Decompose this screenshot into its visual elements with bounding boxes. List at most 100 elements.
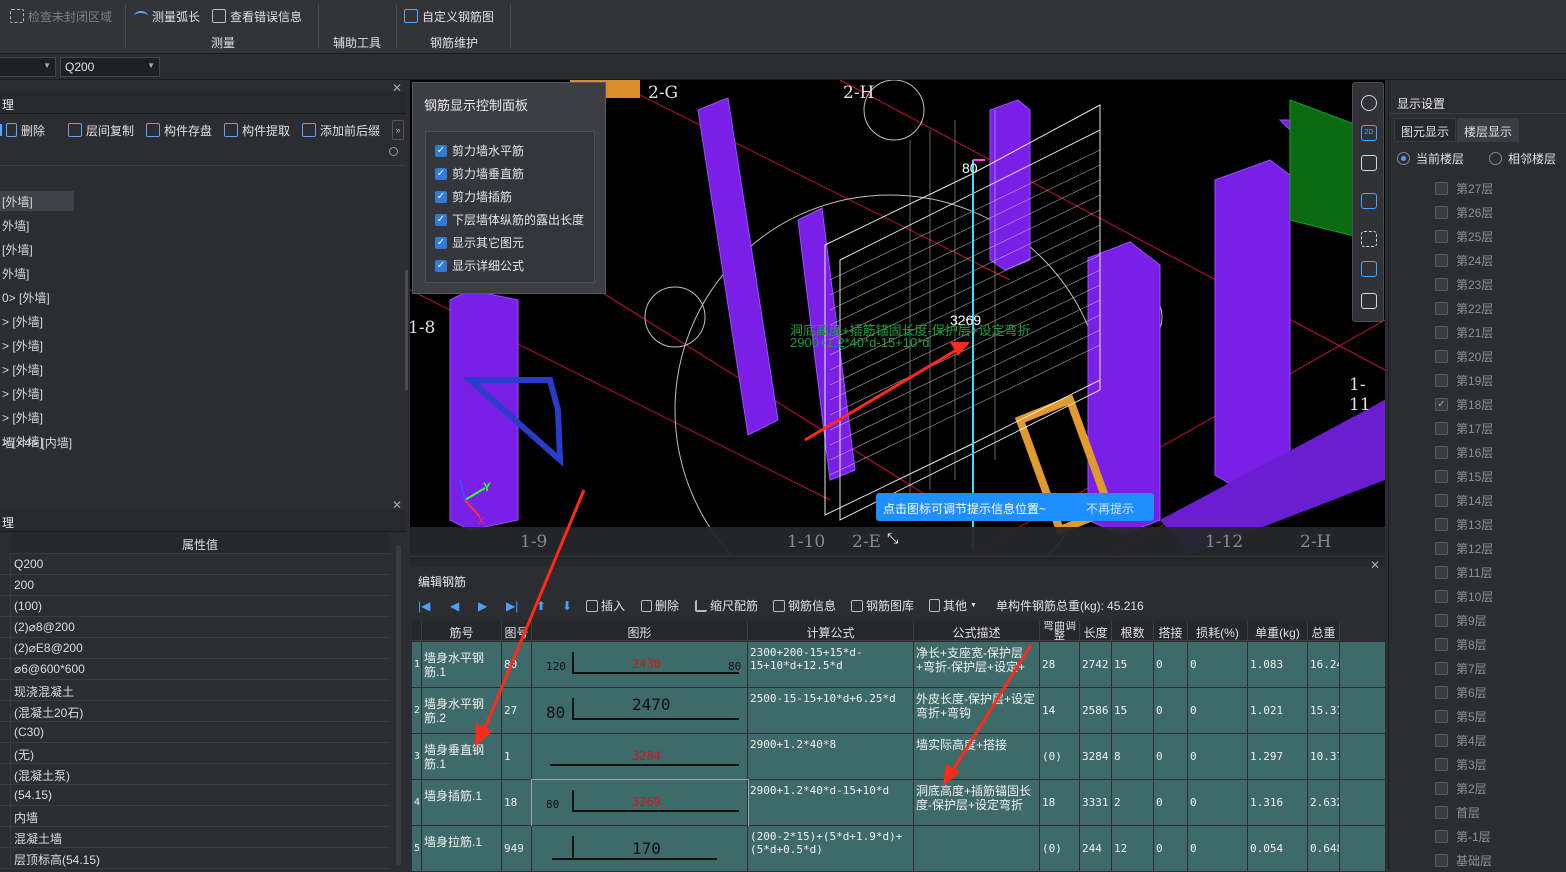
property-row[interactable]: 200 — [0, 575, 390, 596]
table-cell-total[interactable]: 10.37 — [1308, 734, 1340, 780]
more-icon[interactable]: » — [392, 120, 404, 140]
table-cell-formula[interactable]: 2900+1.2*40*d-15+10*d — [748, 780, 914, 826]
floor-checkbox[interactable]: 第26层 — [1435, 204, 1493, 221]
floor-checkbox[interactable]: 第3层 — [1435, 756, 1487, 773]
rebar-library-button[interactable]: 钢筋图库 — [851, 597, 914, 614]
table-cell-loss[interactable]: 0 — [1188, 780, 1248, 826]
table-cell-total[interactable]: 15.31 — [1308, 688, 1340, 734]
first-icon[interactable]: |◀ — [418, 599, 430, 613]
property-row[interactable]: 现浇混凝土 — [0, 680, 390, 701]
delete-row-button[interactable]: 删除 — [641, 597, 679, 614]
floor-checkbox[interactable]: 第10层 — [1435, 588, 1493, 605]
floor-checkbox[interactable]: 基础层 — [1435, 852, 1492, 869]
option-checkbox[interactable]: ✓ 剪力墙垂直筋 — [435, 165, 524, 182]
floor-checkbox[interactable]: 第20层 — [1435, 348, 1493, 365]
property-row[interactable]: (100) — [0, 596, 390, 617]
table-cell-desc[interactable] — [914, 826, 1040, 872]
cube-icon[interactable] — [1361, 261, 1377, 277]
delete-button[interactable]: 删除 — [0, 120, 45, 140]
tree-item[interactable]: 外墙] — [0, 263, 31, 283]
scale-rebar-button[interactable]: 缩尺配筋 — [695, 597, 758, 614]
property-row[interactable]: (混凝土泵) — [0, 764, 390, 785]
column-header[interactable]: 计算公式 — [748, 621, 914, 641]
table-row[interactable]: 5 墙身拉筋.1 949 170 (200-2*15)+(5*d+1.9*d)+(5*d… — [412, 826, 1385, 872]
option-checkbox[interactable]: ✓ 显示其它图元 — [435, 234, 524, 251]
floor-checkbox[interactable]: 第15层 — [1435, 468, 1493, 485]
floor-checkbox[interactable]: 第7层 — [1435, 660, 1487, 677]
close-icon[interactable]: ✕ — [1370, 558, 1380, 572]
floor-combo[interactable]: ▼ — [0, 57, 56, 77]
tree-item[interactable]: 墙 <4> [内墙] — [0, 432, 74, 452]
view-errors-button[interactable]: 查看错误信息 — [212, 6, 302, 26]
table-cell-loss[interactable]: 0 — [1188, 642, 1248, 688]
table-cell-formula[interactable]: 2300+200-15+15*d-15+10*d+12.5*d — [748, 642, 914, 688]
table-cell-unit[interactable]: 1.316 — [1248, 780, 1308, 826]
tree-item[interactable]: > [外墙] — [0, 383, 45, 403]
floor-checkbox[interactable]: 第17层 — [1435, 420, 1493, 437]
tree-item[interactable]: [外墙] — [0, 239, 35, 259]
tree-item[interactable]: 0> [外墙] — [0, 287, 52, 307]
extract-component-button[interactable]: 构件提取 — [224, 120, 290, 140]
property-row[interactable]: 内墙 — [0, 806, 390, 827]
table-cell-loss[interactable]: 0 — [1188, 826, 1248, 872]
property-row[interactable]: ⌀6@600*600 — [0, 659, 390, 680]
option-checkbox[interactable]: ✓ 剪力墙水平筋 — [435, 142, 524, 159]
table-cell-formula[interactable]: 2900+1.2*40*8 — [748, 734, 914, 780]
floor-checkbox[interactable]: 第23层 — [1435, 276, 1493, 293]
property-row[interactable]: (2)⌀8@200 — [0, 617, 390, 638]
property-row[interactable]: (C30) — [0, 722, 390, 743]
table-cell-count[interactable]: 15 — [1112, 688, 1154, 734]
scrollbar[interactable] — [396, 545, 401, 865]
table-cell-length[interactable]: 3284 — [1080, 734, 1112, 780]
save-component-button[interactable]: 构件存盘 — [146, 120, 212, 140]
table-cell-count[interactable]: 8 — [1112, 734, 1154, 780]
floor-checkbox[interactable]: 第14层 — [1435, 492, 1493, 509]
insert-button[interactable]: 插入 — [586, 597, 625, 614]
table-cell-length[interactable]: 2742 — [1080, 642, 1112, 688]
floor-checkbox[interactable]: 第25层 — [1435, 228, 1493, 245]
orbit-icon[interactable] — [1361, 95, 1377, 111]
column-header[interactable]: 长度 — [1080, 621, 1112, 641]
copy-floor-button[interactable]: 层间复制 — [68, 120, 134, 140]
table-cell-length[interactable]: 244 — [1080, 826, 1112, 872]
rebar-info-button[interactable]: 钢筋信息 — [773, 597, 836, 614]
collapse-arrows-icon[interactable]: ⤡ — [887, 530, 898, 547]
tab-floor-display[interactable]: 楼层显示 — [1457, 118, 1520, 142]
3d-view-icon[interactable] — [1361, 193, 1377, 209]
table-cell-length[interactable]: 2586 — [1080, 688, 1112, 734]
table-cell-unit[interactable]: 0.054 — [1248, 826, 1308, 872]
tree-item[interactable]: > [外墙] — [0, 407, 45, 427]
table-cell-formula[interactable]: 2500-15-15+10*d+6.25*d — [748, 688, 914, 734]
tree-item[interactable]: [外墙] — [0, 191, 74, 211]
table-cell-unit[interactable]: 1.297 — [1248, 734, 1308, 780]
table-cell-length[interactable]: 3331 — [1080, 780, 1112, 826]
option-checkbox[interactable]: ✓ 显示详细公式 — [435, 257, 524, 274]
table-cell-lap[interactable]: 0 — [1154, 826, 1188, 872]
tree-item[interactable]: 外墙] — [0, 215, 31, 235]
property-row[interactable]: 混凝土墙 — [0, 827, 390, 848]
measure-arc-button[interactable]: 测量弧长 — [134, 6, 200, 26]
table-cell-total[interactable]: 16.24 — [1308, 642, 1340, 688]
floor-checkbox[interactable]: 第5层 — [1435, 708, 1487, 725]
radio-adjacent-floor[interactable]: 相邻楼层 — [1489, 150, 1556, 167]
shape-cell[interactable]: 80 3269 — [531, 779, 749, 827]
floor-checkbox[interactable]: 第19层 — [1435, 372, 1493, 389]
table-cell-count[interactable]: 12 — [1112, 826, 1154, 872]
floor-checkbox[interactable]: 第9层 — [1435, 612, 1487, 629]
tip-dismiss-link[interactable]: 不再提示 — [1086, 500, 1134, 517]
column-header[interactable]: 单重(kg) — [1248, 621, 1308, 641]
floor-checkbox[interactable]: 第2层 — [1435, 780, 1487, 797]
table-cell-lap[interactable]: 0 — [1154, 642, 1188, 688]
custom-rebar-button[interactable]: 自定义钢筋图 — [404, 6, 494, 26]
property-row[interactable]: (无) — [0, 743, 390, 764]
property-row[interactable]: Q200 — [0, 554, 390, 575]
prev-icon[interactable]: ◀ — [450, 599, 459, 613]
floor-checkbox[interactable]: 第22层 — [1435, 300, 1493, 317]
property-row[interactable]: (54.15) — [0, 785, 390, 806]
table-cell-total[interactable]: 2.632 — [1308, 780, 1340, 826]
table-cell-formula[interactable]: (200-2*15)+(5*d+1.9*d)+(5*d+0.5*d) — [748, 826, 914, 872]
column-header[interactable]: 公式描述 — [914, 621, 1040, 641]
tree-item[interactable]: > [外墙] — [0, 311, 45, 331]
tree-item[interactable]: > [外墙] — [0, 359, 45, 379]
table-cell-fig[interactable]: 949 — [502, 826, 532, 872]
